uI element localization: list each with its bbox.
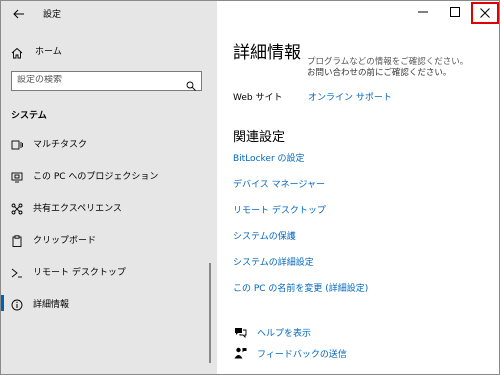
back-arrow-icon — [13, 9, 24, 19]
bitlocker-settings-link[interactable]: BitLocker の設定 — [233, 151, 305, 164]
multitask-icon — [11, 136, 23, 150]
device-manager-link[interactable]: デバイス マネージャー — [233, 177, 325, 190]
sidebar: 設定 ホーム システム — [1, 1, 217, 374]
search-box[interactable] — [11, 71, 202, 91]
sidebar-item-multitasking[interactable]: マルチタスク — [1, 127, 217, 159]
sidebar-item-remote-desktop[interactable]: リモート デスクトップ — [1, 255, 217, 287]
section-title: システム — [11, 111, 47, 121]
clipboard-icon — [11, 232, 23, 247]
minimize-button[interactable] — [407, 1, 439, 23]
rename-pc-link[interactable]: この PC の名前を変更 (詳細設定) — [233, 281, 368, 294]
remote-desktop-icon — [11, 264, 23, 278]
send-feedback-label: フィードバックの送信 — [257, 349, 347, 360]
support-text-line: お問い合わせの前にご確認ください。 — [307, 68, 452, 78]
settings-window: 設定 ホーム システム — [0, 0, 500, 375]
get-help-label: ヘルプを表示 — [257, 328, 312, 339]
sidebar-item-clipboard[interactable]: クリップボード — [1, 223, 217, 255]
support-text: プログラムなどの情報をご確認ください。 お問い合わせの前にご確認ください。 — [307, 57, 468, 79]
sidebar-item-label: 共有エクスペリエンス — [33, 204, 122, 214]
sidebar-item-about[interactable]: 詳細情報 — [1, 287, 217, 319]
support-text-line: プログラムなどの情報をご確認ください。 — [307, 57, 469, 67]
sidebar-item-label: マルチタスク — [33, 140, 88, 150]
sidebar-item-label: この PC へのプロジェクション — [33, 172, 159, 182]
advanced-system-settings-link[interactable]: システムの詳細設定 — [233, 255, 314, 268]
website-label: Web サイト — [233, 93, 283, 103]
feedback-icon — [233, 346, 247, 360]
sidebar-item-label: リモート デスクトップ — [33, 268, 126, 278]
remote-desktop-link[interactable]: リモート デスクトップ — [233, 203, 326, 216]
close-button[interactable] — [471, 2, 499, 24]
online-support-link[interactable]: オンライン サポート — [308, 90, 392, 103]
help-chat-icon — [233, 325, 247, 339]
projection-icon — [11, 168, 23, 183]
maximize-button[interactable] — [439, 1, 471, 23]
sidebar-item-home[interactable]: ホーム — [1, 39, 217, 61]
sidebar-nav: マルチタスク この PC へのプロジェクション 共有エクスペリエンス クリップボ… — [1, 127, 217, 319]
search-input[interactable] — [17, 75, 177, 85]
minimize-icon — [418, 11, 428, 13]
window-controls — [407, 1, 499, 25]
active-indicator — [1, 295, 4, 311]
shared-experience-icon — [11, 200, 23, 215]
maximize-icon — [450, 7, 460, 17]
home-icon — [11, 44, 23, 63]
related-settings-title: 関連設定 — [233, 130, 286, 145]
close-icon — [480, 8, 490, 18]
send-feedback-item[interactable]: フィードバックの送信 — [233, 346, 347, 360]
get-help-item[interactable]: ヘルプを表示 — [233, 325, 311, 339]
sidebar-item-label: クリップボード — [33, 236, 97, 246]
app-title: 設定 — [43, 10, 62, 20]
info-icon — [11, 296, 23, 311]
main-content: 詳細情報 プログラムなどの情報をご確認ください。 お問い合わせの前にご確認くださ… — [217, 1, 499, 374]
title-bar: 設定 — [1, 1, 217, 27]
page-title: 詳細情報 — [233, 43, 301, 63]
sidebar-item-shared-experiences[interactable]: 共有エクスペリエンス — [1, 191, 217, 223]
system-protection-link[interactable]: システムの保護 — [233, 229, 296, 242]
home-label: ホーム — [35, 47, 62, 57]
back-button[interactable] — [9, 4, 29, 24]
search-icon[interactable] — [186, 76, 196, 95]
sidebar-item-label: 詳細情報 — [33, 300, 70, 310]
sidebar-scrollbar[interactable] — [209, 263, 211, 363]
sidebar-item-projection[interactable]: この PC へのプロジェクション — [1, 159, 217, 191]
